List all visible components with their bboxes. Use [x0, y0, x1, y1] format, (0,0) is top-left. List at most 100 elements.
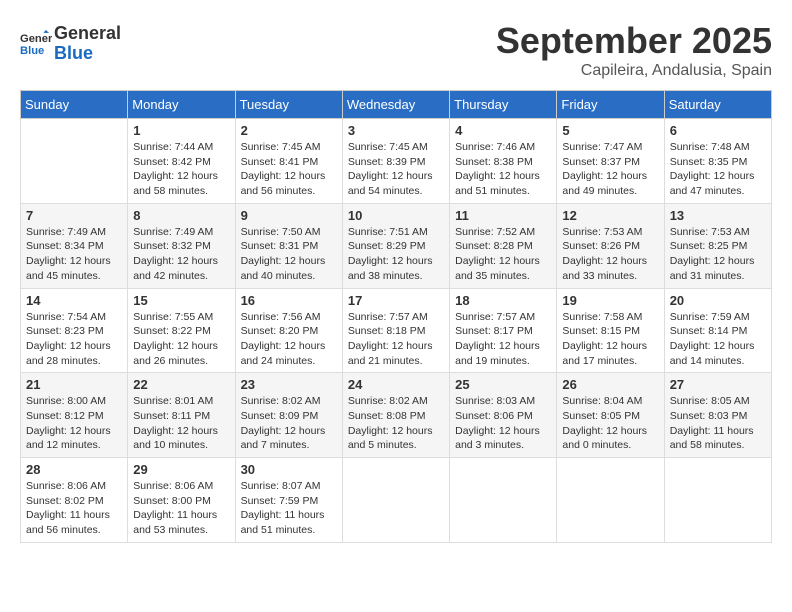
page-header: General Blue General Blue September 2025…: [20, 20, 772, 80]
calendar-cell: [342, 458, 449, 543]
day-info: Sunrise: 8:05 AMSunset: 8:03 PMDaylight:…: [670, 394, 766, 453]
week-row-4: 21Sunrise: 8:00 AMSunset: 8:12 PMDayligh…: [21, 373, 772, 458]
day-number: 15: [133, 293, 229, 308]
day-number: 30: [241, 462, 337, 477]
day-number: 3: [348, 123, 444, 138]
col-header-thursday: Thursday: [450, 91, 557, 119]
day-number: 6: [670, 123, 766, 138]
calendar-cell: 26 Sunrise: 8:04 AMSunset: 8:05 PMDayligh…: [557, 373, 664, 458]
day-info: Sunrise: 7:45 AMSunset: 8:39 PMDaylight:…: [348, 140, 444, 199]
day-info: Sunrise: 7:53 AMSunset: 8:25 PMDaylight:…: [670, 225, 766, 284]
day-number: 26: [562, 377, 658, 392]
calendar-cell: [21, 119, 128, 204]
day-number: 11: [455, 208, 551, 223]
logo-icon: General Blue: [20, 30, 52, 58]
day-info: Sunrise: 7:48 AMSunset: 8:35 PMDaylight:…: [670, 140, 766, 199]
day-info: Sunrise: 8:04 AMSunset: 8:05 PMDaylight:…: [562, 394, 658, 453]
svg-text:Blue: Blue: [20, 45, 44, 57]
day-info: Sunrise: 7:58 AMSunset: 8:15 PMDaylight:…: [562, 310, 658, 369]
calendar-cell: 10 Sunrise: 7:51 AMSunset: 8:29 PMDayligh…: [342, 203, 449, 288]
day-info: Sunrise: 7:56 AMSunset: 8:20 PMDaylight:…: [241, 310, 337, 369]
calendar-cell: 4 Sunrise: 7:46 AMSunset: 8:38 PMDaylight…: [450, 119, 557, 204]
day-info: Sunrise: 8:03 AMSunset: 8:06 PMDaylight:…: [455, 394, 551, 453]
day-info: Sunrise: 7:55 AMSunset: 8:22 PMDaylight:…: [133, 310, 229, 369]
col-header-monday: Monday: [128, 91, 235, 119]
day-number: 18: [455, 293, 551, 308]
day-info: Sunrise: 7:57 AMSunset: 8:18 PMDaylight:…: [348, 310, 444, 369]
calendar-cell: 29Sunrise: 8:06 AMSunset: 8:00 PMDayligh…: [128, 458, 235, 543]
week-row-2: 7Sunrise: 7:49 AMSunset: 8:34 PMDaylight…: [21, 203, 772, 288]
day-number: 12: [562, 208, 658, 223]
calendar-cell: 13 Sunrise: 7:53 AMSunset: 8:25 PMDayligh…: [664, 203, 771, 288]
calendar-cell: 23Sunrise: 8:02 AMSunset: 8:09 PMDayligh…: [235, 373, 342, 458]
logo: General Blue General Blue: [20, 24, 121, 64]
week-row-3: 14Sunrise: 7:54 AMSunset: 8:23 PMDayligh…: [21, 288, 772, 373]
day-info: Sunrise: 7:49 AMSunset: 8:32 PMDaylight:…: [133, 225, 229, 284]
day-number: 28: [26, 462, 122, 477]
day-info: Sunrise: 8:07 AMSunset: 7:59 PMDaylight:…: [241, 479, 337, 538]
calendar-cell: 8 Sunrise: 7:49 AMSunset: 8:32 PMDaylight…: [128, 203, 235, 288]
day-info: Sunrise: 7:59 AMSunset: 8:14 PMDaylight:…: [670, 310, 766, 369]
day-info: Sunrise: 8:06 AMSunset: 8:02 PMDaylight:…: [26, 479, 122, 538]
day-number: 29: [133, 462, 229, 477]
calendar-cell: [557, 458, 664, 543]
day-number: 24: [348, 377, 444, 392]
calendar-cell: 5 Sunrise: 7:47 AMSunset: 8:37 PMDaylight…: [557, 119, 664, 204]
col-header-saturday: Saturday: [664, 91, 771, 119]
day-info: Sunrise: 7:49 AMSunset: 8:34 PMDaylight:…: [26, 225, 122, 284]
day-info: Sunrise: 7:51 AMSunset: 8:29 PMDaylight:…: [348, 225, 444, 284]
col-header-tuesday: Tuesday: [235, 91, 342, 119]
day-info: Sunrise: 7:44 AMSunset: 8:42 PMDaylight:…: [133, 140, 229, 199]
day-number: 16: [241, 293, 337, 308]
day-number: 25: [455, 377, 551, 392]
day-info: Sunrise: 7:47 AMSunset: 8:37 PMDaylight:…: [562, 140, 658, 199]
day-number: 2: [241, 123, 337, 138]
calendar-cell: 18 Sunrise: 7:57 AMSunset: 8:17 PMDayligh…: [450, 288, 557, 373]
calendar-cell: 30 Sunrise: 8:07 AMSunset: 7:59 PMDayligh…: [235, 458, 342, 543]
calendar-cell: 6 Sunrise: 7:48 AMSunset: 8:35 PMDaylight…: [664, 119, 771, 204]
day-number: 21: [26, 377, 122, 392]
calendar-table: SundayMondayTuesdayWednesdayThursdayFrid…: [20, 90, 772, 543]
day-info: Sunrise: 7:46 AMSunset: 8:38 PMDaylight:…: [455, 140, 551, 199]
day-info: Sunrise: 7:50 AMSunset: 8:31 PMDaylight:…: [241, 225, 337, 284]
calendar-cell: 1Sunrise: 7:44 AMSunset: 8:42 PMDaylight…: [128, 119, 235, 204]
day-number: 13: [670, 208, 766, 223]
calendar-cell: 3 Sunrise: 7:45 AMSunset: 8:39 PMDaylight…: [342, 119, 449, 204]
day-info: Sunrise: 7:45 AMSunset: 8:41 PMDaylight:…: [241, 140, 337, 199]
calendar-cell: 24 Sunrise: 8:02 AMSunset: 8:08 PMDayligh…: [342, 373, 449, 458]
day-number: 4: [455, 123, 551, 138]
logo-blue: Blue: [54, 44, 121, 64]
location: Capileira, Andalusia, Spain: [496, 62, 772, 80]
calendar-cell: 21Sunrise: 8:00 AMSunset: 8:12 PMDayligh…: [21, 373, 128, 458]
day-number: 19: [562, 293, 658, 308]
calendar-cell: 17Sunrise: 7:57 AMSunset: 8:18 PMDayligh…: [342, 288, 449, 373]
day-info: Sunrise: 8:02 AMSunset: 8:09 PMDaylight:…: [241, 394, 337, 453]
calendar-cell: 16 Sunrise: 7:56 AMSunset: 8:20 PMDayligh…: [235, 288, 342, 373]
calendar-cell: [450, 458, 557, 543]
logo-general: General: [54, 24, 121, 44]
calendar-cell: 2 Sunrise: 7:45 AMSunset: 8:41 PMDaylight…: [235, 119, 342, 204]
calendar-cell: 9 Sunrise: 7:50 AMSunset: 8:31 PMDaylight…: [235, 203, 342, 288]
day-info: Sunrise: 7:52 AMSunset: 8:28 PMDaylight:…: [455, 225, 551, 284]
calendar-cell: 20 Sunrise: 7:59 AMSunset: 8:14 PMDayligh…: [664, 288, 771, 373]
title-block: September 2025 Capileira, Andalusia, Spa…: [496, 20, 772, 80]
header-row: SundayMondayTuesdayWednesdayThursdayFrid…: [21, 91, 772, 119]
calendar-cell: 7Sunrise: 7:49 AMSunset: 8:34 PMDaylight…: [21, 203, 128, 288]
day-number: 20: [670, 293, 766, 308]
day-number: 8: [133, 208, 229, 223]
day-number: 9: [241, 208, 337, 223]
calendar-cell: 11 Sunrise: 7:52 AMSunset: 8:28 PMDayligh…: [450, 203, 557, 288]
col-header-wednesday: Wednesday: [342, 91, 449, 119]
calendar-cell: 28 Sunrise: 8:06 AMSunset: 8:02 PMDayligh…: [21, 458, 128, 543]
col-header-friday: Friday: [557, 91, 664, 119]
svg-text:General: General: [20, 33, 52, 45]
day-number: 14: [26, 293, 122, 308]
calendar-cell: 22Sunrise: 8:01 AMSunset: 8:11 PMDayligh…: [128, 373, 235, 458]
day-number: 10: [348, 208, 444, 223]
week-row-5: 28 Sunrise: 8:06 AMSunset: 8:02 PMDayligh…: [21, 458, 772, 543]
day-number: 5: [562, 123, 658, 138]
day-info: Sunrise: 7:57 AMSunset: 8:17 PMDaylight:…: [455, 310, 551, 369]
day-info: Sunrise: 8:02 AMSunset: 8:08 PMDaylight:…: [348, 394, 444, 453]
calendar-cell: 15 Sunrise: 7:55 AMSunset: 8:22 PMDayligh…: [128, 288, 235, 373]
day-info: Sunrise: 7:53 AMSunset: 8:26 PMDaylight:…: [562, 225, 658, 284]
